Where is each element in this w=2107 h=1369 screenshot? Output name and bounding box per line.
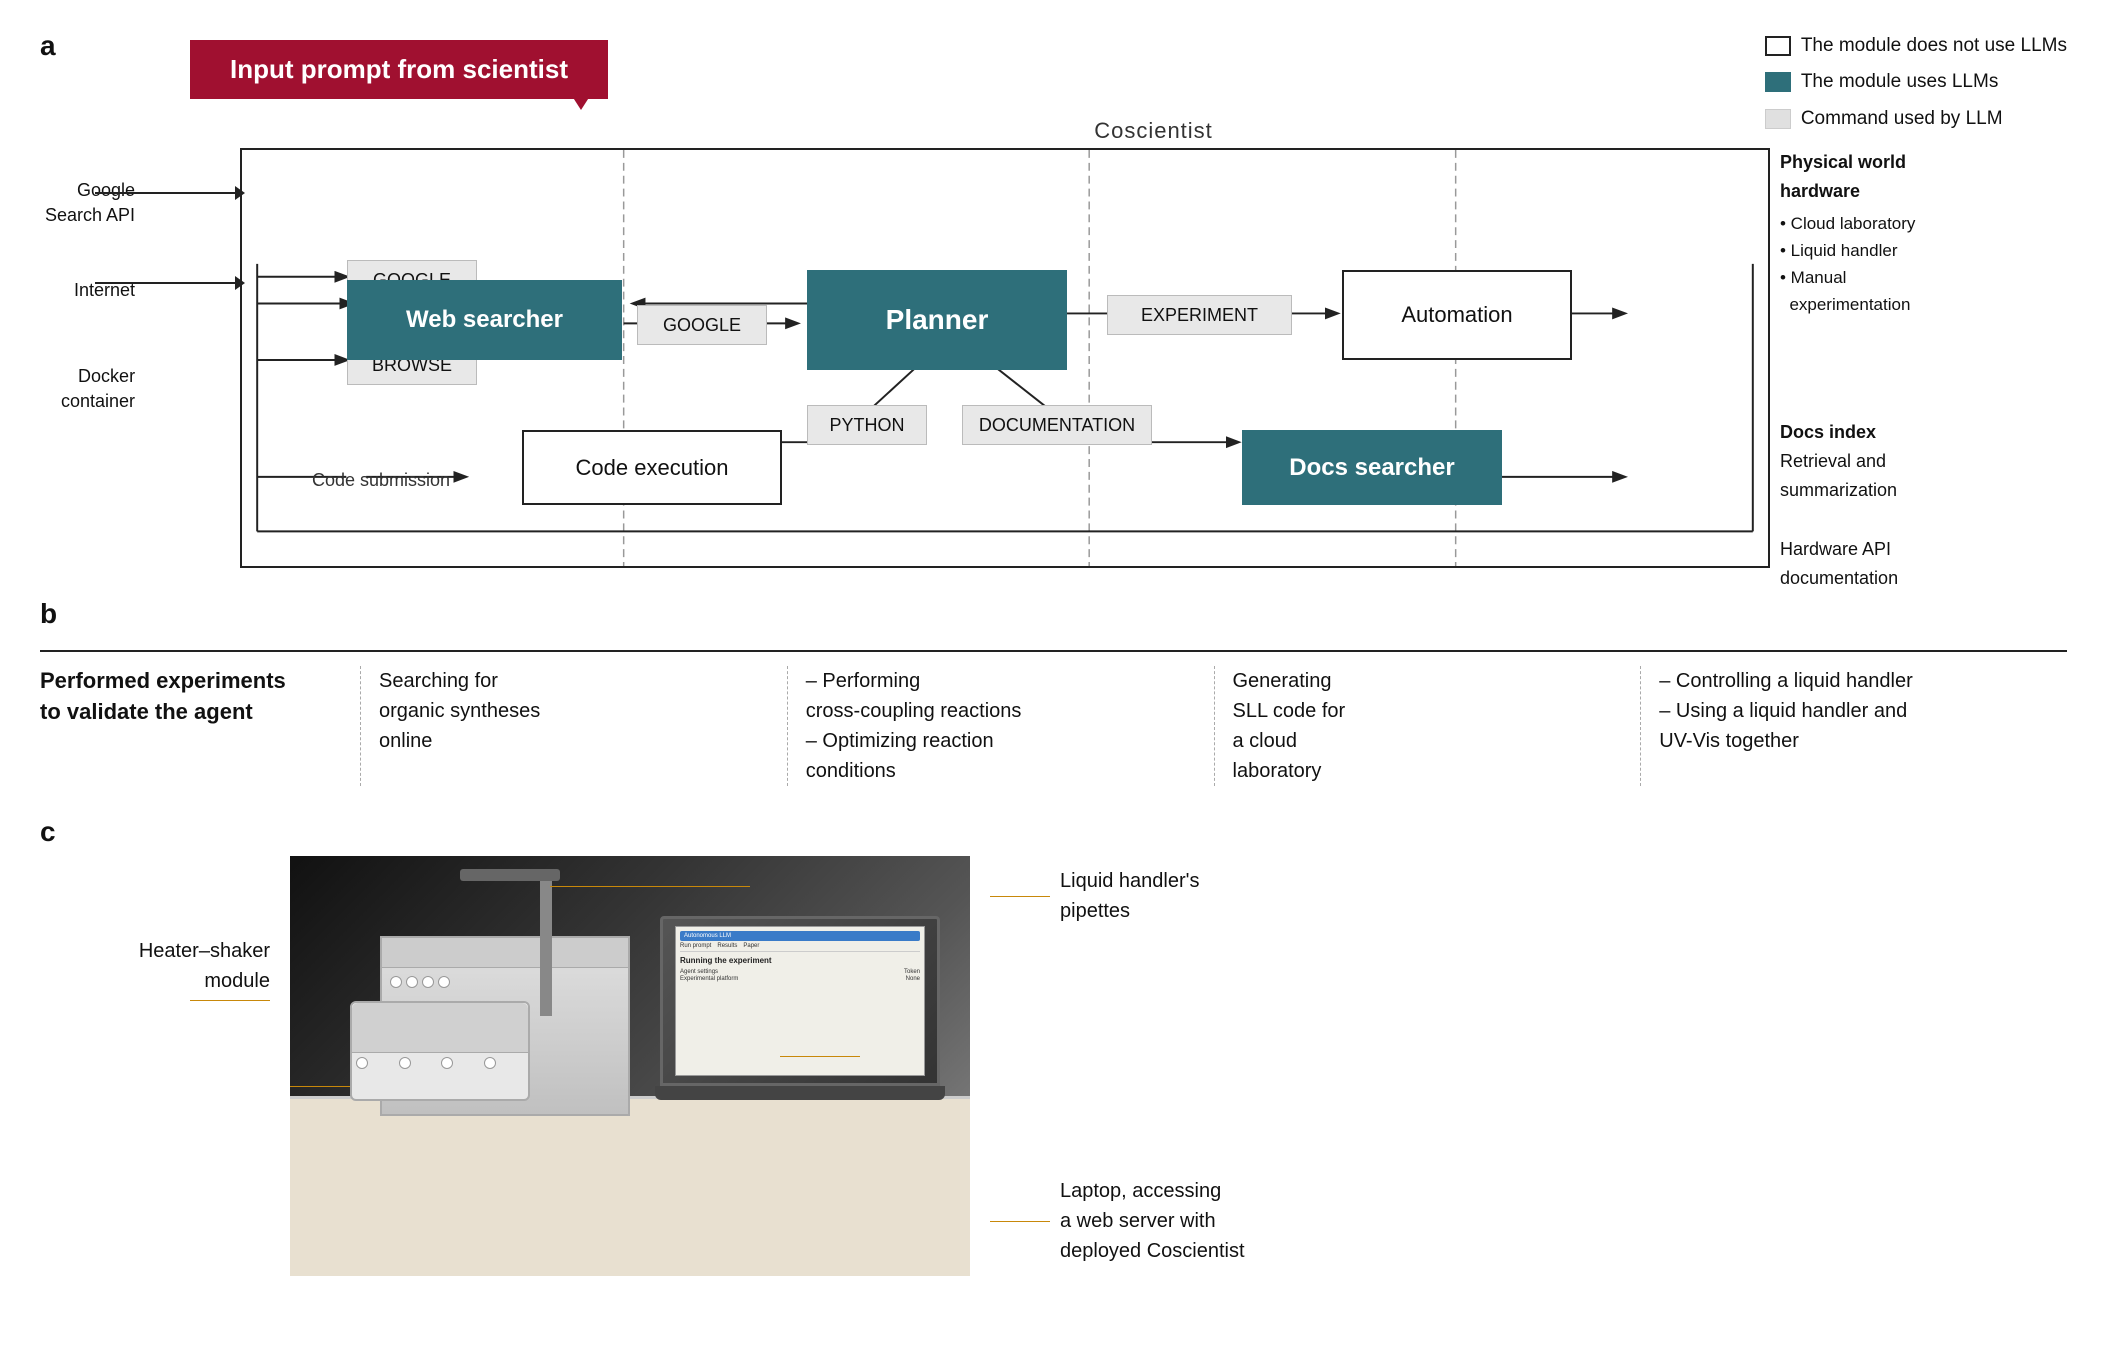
heater-shaker-label: Heater–shakermodule — [70, 936, 270, 996]
photo-table — [290, 1096, 970, 1276]
laptop-line — [990, 1221, 1050, 1222]
section-b-wrapper: b Performed experimentsto validate the a… — [40, 598, 2067, 786]
well — [406, 976, 418, 988]
left-outside-labels: GoogleSearch API Internet Dockercontaine… — [45, 178, 135, 414]
heater-shaker-wells — [352, 1053, 528, 1073]
code-execution-box: Code execution — [522, 430, 782, 505]
code-submission-text: Code submission — [312, 470, 450, 490]
laptop-menu: Run prompt Results Paper — [680, 943, 920, 952]
coscientist-border: GOOGLE BROWSE Web searcher GOOGLE Planne… — [240, 148, 1770, 568]
planner-box: Planner — [807, 270, 1067, 370]
docs-searcher-box: Docs searcher — [1242, 430, 1502, 505]
docs-searcher-text: Docs searcher — [1289, 454, 1454, 482]
well — [438, 976, 450, 988]
right-outside-labels: Physical worldhardware • Cloud laborator… — [1780, 148, 2080, 592]
lab-photo: Autonomous LLM Run prompt Results Paper … — [290, 856, 970, 1276]
laptop-screen: Autonomous LLM Run prompt Results Paper … — [675, 926, 925, 1076]
section-b-col-2: – Performingcross-coupling reactions– Op… — [787, 666, 1214, 786]
experiment-cmd-text: EXPERIMENT — [1141, 305, 1258, 326]
well — [356, 1057, 368, 1069]
heater-shaker-top — [352, 1003, 528, 1053]
heater-annotation-line-inside — [290, 1086, 350, 1087]
browser-tab: Autonomous LLM — [680, 931, 920, 941]
section-b-col-1: Searching fororganic synthesesonline — [360, 666, 787, 786]
well — [422, 976, 434, 988]
section-c-label: c — [40, 816, 2067, 848]
code-execution-text: Code execution — [576, 455, 729, 481]
google-search-arrow — [95, 186, 245, 200]
laptop-annotation-line — [780, 1056, 860, 1057]
web-searcher-text: Web searcher — [406, 306, 563, 334]
laptop-label: Laptop, accessinga web server withdeploy… — [1060, 1176, 1245, 1266]
heater-shaker-unit — [350, 1001, 530, 1101]
section-b-col-3: GeneratingSLL code fora cloudlaboratory — [1214, 666, 1641, 786]
running-text: Running the experiment — [680, 956, 920, 965]
pipette-arm — [540, 876, 552, 1016]
laptop-base — [655, 1086, 945, 1100]
page: a The module does not use LLMs The modul… — [0, 0, 2107, 1306]
docs-index-label: Docs index Retrieval andsummarization — [1780, 418, 2080, 504]
physical-world-list: • Cloud laboratory • Liquid handler • Ma… — [1780, 210, 2080, 319]
documentation-cmd-text: DOCUMENTATION — [979, 415, 1135, 436]
section-b-title: Performed experimentsto validate the age… — [40, 666, 360, 786]
section-a-label: a — [40, 30, 56, 62]
heater-shaker-annotation: Heater–shakermodule — [70, 856, 270, 1161]
heater-shaker-line — [70, 1000, 270, 1001]
planner-text: Planner — [886, 304, 989, 336]
hardware-api-label: Hardware APIdocumentation — [1780, 535, 2080, 593]
well — [441, 1057, 453, 1069]
well — [390, 976, 402, 988]
docker-label: Dockercontainer — [45, 364, 135, 414]
pipettes-line — [990, 896, 1050, 897]
pipette-annotation-line — [550, 886, 750, 887]
code-submission-label: Code submission — [312, 470, 450, 491]
section-b: Performed experimentsto validate the age… — [40, 650, 2067, 786]
laptop: Autonomous LLM Run prompt Results Paper … — [660, 916, 940, 1116]
pipette-head — [460, 869, 560, 881]
token-row: Experimental platform None — [680, 976, 920, 982]
experiment-cmd: EXPERIMENT — [1107, 295, 1292, 335]
google-cmd-mid: GOOGLE — [637, 305, 767, 345]
input-arrow — [572, 44, 590, 110]
section-b-label: b — [40, 598, 2067, 630]
pipettes-label: Liquid handler'spipettes — [1060, 866, 1199, 926]
web-searcher-box: Web searcher — [347, 280, 622, 360]
automation-box: Automation — [1342, 270, 1572, 360]
section-c-content: Heater–shakermodule — [70, 856, 2067, 1276]
python-cmd-text: PYTHON — [829, 415, 904, 436]
laptop-annotation: Laptop, accessinga web server withdeploy… — [990, 1176, 1245, 1266]
section-a: a The module does not use LLMs The modul… — [40, 30, 2067, 568]
internet-arrow — [95, 276, 245, 290]
documentation-cmd: DOCUMENTATION — [962, 405, 1152, 445]
section-b-col-4: – Controlling a liquid handler– Using a … — [1640, 666, 2067, 786]
section-c-wrapper: c Heater–shakermodule — [40, 816, 2067, 1276]
input-prompt-box: Input prompt from scientist — [190, 40, 608, 99]
right-annotations: Liquid handler'spipettes Laptop, accessi… — [990, 856, 1245, 1276]
physical-world-title: Physical worldhardware — [1780, 148, 2080, 206]
google-cmd-mid-text: GOOGLE — [663, 315, 741, 336]
input-prompt-text: Input prompt from scientist — [230, 54, 568, 84]
well — [399, 1057, 411, 1069]
agent-settings-row: Agent settings Token — [680, 969, 920, 975]
coscientist-label: Coscientist — [240, 118, 2067, 144]
pipettes-annotation: Liquid handler'spipettes — [990, 866, 1245, 926]
automation-text: Automation — [1401, 302, 1512, 328]
coscientist-region: Coscientist — [240, 118, 2067, 568]
well — [484, 1057, 496, 1069]
python-cmd: PYTHON — [807, 405, 927, 445]
laptop-lid: Autonomous LLM Run prompt Results Paper … — [660, 916, 940, 1086]
